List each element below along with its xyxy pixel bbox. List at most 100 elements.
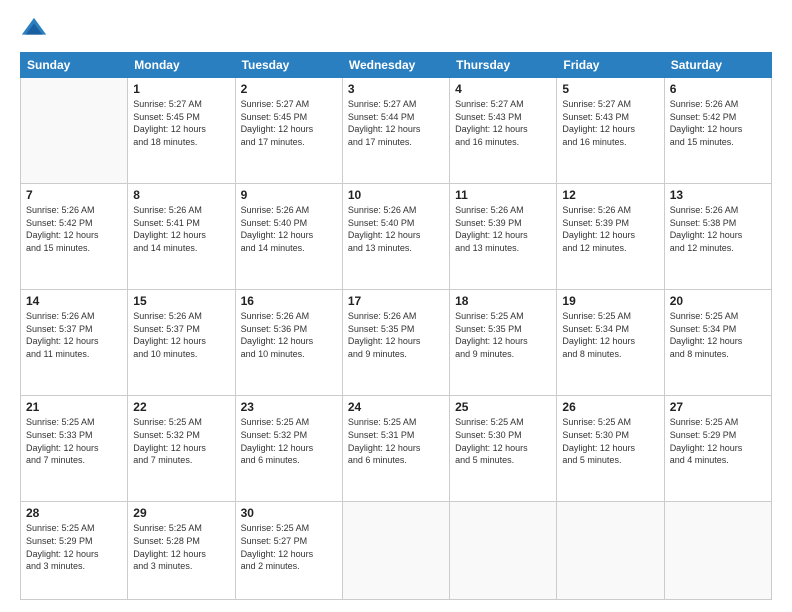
calendar-cell: 27 Sunrise: 5:25 AM Sunset: 5:29 PM Dayli…	[664, 396, 771, 502]
day-number: 10	[348, 188, 444, 202]
calendar-cell: 6 Sunrise: 5:26 AM Sunset: 5:42 PM Daylig…	[664, 78, 771, 184]
calendar-table: SundayMondayTuesdayWednesdayThursdayFrid…	[20, 52, 772, 600]
calendar-cell: 28 Sunrise: 5:25 AM Sunset: 5:29 PM Dayli…	[21, 502, 128, 600]
day-number: 9	[241, 188, 337, 202]
calendar-week-row: 21 Sunrise: 5:25 AM Sunset: 5:33 PM Dayli…	[21, 396, 772, 502]
calendar-cell: 29Sunrise: 5:25 AM Sunset: 5:28 PM Dayli…	[128, 502, 235, 600]
day-number: 2	[241, 82, 337, 96]
calendar-cell: 7 Sunrise: 5:26 AM Sunset: 5:42 PM Daylig…	[21, 184, 128, 290]
day-info: Sunrise: 5:27 AM Sunset: 5:45 PM Dayligh…	[133, 98, 229, 148]
calendar-cell: 22 Sunrise: 5:25 AM Sunset: 5:32 PM Dayli…	[128, 396, 235, 502]
day-info: Sunrise: 5:25 AM Sunset: 5:27 PM Dayligh…	[241, 522, 337, 572]
day-info: Sunrise: 5:27 AM Sunset: 5:43 PM Dayligh…	[455, 98, 551, 148]
col-header-thursday: Thursday	[450, 53, 557, 78]
day-info: Sunrise: 5:26 AM Sunset: 5:40 PM Dayligh…	[241, 204, 337, 254]
day-info: Sunrise: 5:26 AM Sunset: 5:36 PM Dayligh…	[241, 310, 337, 360]
day-number: 22	[133, 400, 229, 414]
day-number: 19	[562, 294, 658, 308]
day-number: 29	[133, 506, 229, 520]
page: SundayMondayTuesdayWednesdayThursdayFrid…	[0, 0, 792, 612]
day-info: Sunrise: 5:26 AM Sunset: 5:37 PM Dayligh…	[26, 310, 122, 360]
calendar-cell: 26 Sunrise: 5:25 AM Sunset: 5:30 PM Dayli…	[557, 396, 664, 502]
day-number: 13	[670, 188, 766, 202]
day-number: 23	[241, 400, 337, 414]
day-info: Sunrise: 5:26 AM Sunset: 5:37 PM Dayligh…	[133, 310, 229, 360]
day-number: 28	[26, 506, 122, 520]
calendar-cell: 17 Sunrise: 5:26 AM Sunset: 5:35 PM Dayli…	[342, 290, 449, 396]
calendar-cell: 1Sunrise: 5:27 AM Sunset: 5:45 PM Daylig…	[128, 78, 235, 184]
day-info: Sunrise: 5:26 AM Sunset: 5:35 PM Dayligh…	[348, 310, 444, 360]
day-number: 27	[670, 400, 766, 414]
col-header-monday: Monday	[128, 53, 235, 78]
calendar-cell: 8 Sunrise: 5:26 AM Sunset: 5:41 PM Daylig…	[128, 184, 235, 290]
calendar-cell: 30 Sunrise: 5:25 AM Sunset: 5:27 PM Dayli…	[235, 502, 342, 600]
col-header-tuesday: Tuesday	[235, 53, 342, 78]
day-info: Sunrise: 5:27 AM Sunset: 5:43 PM Dayligh…	[562, 98, 658, 148]
day-info: Sunrise: 5:25 AM Sunset: 5:29 PM Dayligh…	[670, 416, 766, 466]
calendar-week-row: 28 Sunrise: 5:25 AM Sunset: 5:29 PM Dayli…	[21, 502, 772, 600]
day-info: Sunrise: 5:26 AM Sunset: 5:39 PM Dayligh…	[455, 204, 551, 254]
calendar-week-row: 7 Sunrise: 5:26 AM Sunset: 5:42 PM Daylig…	[21, 184, 772, 290]
calendar-cell: 13 Sunrise: 5:26 AM Sunset: 5:38 PM Dayli…	[664, 184, 771, 290]
calendar-cell: 19 Sunrise: 5:25 AM Sunset: 5:34 PM Dayli…	[557, 290, 664, 396]
calendar-cell: 12Sunrise: 5:26 AM Sunset: 5:39 PM Dayli…	[557, 184, 664, 290]
calendar-week-row: 14 Sunrise: 5:26 AM Sunset: 5:37 PM Dayli…	[21, 290, 772, 396]
calendar-cell: 4 Sunrise: 5:27 AM Sunset: 5:43 PM Daylig…	[450, 78, 557, 184]
calendar-cell: 16Sunrise: 5:26 AM Sunset: 5:36 PM Dayli…	[235, 290, 342, 396]
day-number: 7	[26, 188, 122, 202]
logo	[20, 16, 52, 44]
day-info: Sunrise: 5:26 AM Sunset: 5:38 PM Dayligh…	[670, 204, 766, 254]
day-info: Sunrise: 5:27 AM Sunset: 5:45 PM Dayligh…	[241, 98, 337, 148]
calendar-cell: 23 Sunrise: 5:25 AM Sunset: 5:32 PM Dayli…	[235, 396, 342, 502]
calendar-cell: 21 Sunrise: 5:25 AM Sunset: 5:33 PM Dayli…	[21, 396, 128, 502]
logo-icon	[20, 16, 48, 44]
day-info: Sunrise: 5:25 AM Sunset: 5:30 PM Dayligh…	[455, 416, 551, 466]
day-number: 21	[26, 400, 122, 414]
calendar-cell	[664, 502, 771, 600]
calendar-cell: 18 Sunrise: 5:25 AM Sunset: 5:35 PM Dayli…	[450, 290, 557, 396]
calendar-cell: 24Sunrise: 5:25 AM Sunset: 5:31 PM Dayli…	[342, 396, 449, 502]
calendar-cell: 5 Sunrise: 5:27 AM Sunset: 5:43 PM Daylig…	[557, 78, 664, 184]
day-info: Sunrise: 5:25 AM Sunset: 5:34 PM Dayligh…	[562, 310, 658, 360]
day-number: 3	[348, 82, 444, 96]
calendar-cell: 25Sunrise: 5:25 AM Sunset: 5:30 PM Dayli…	[450, 396, 557, 502]
calendar-cell: 3 Sunrise: 5:27 AM Sunset: 5:44 PM Daylig…	[342, 78, 449, 184]
day-number: 6	[670, 82, 766, 96]
col-header-wednesday: Wednesday	[342, 53, 449, 78]
day-info: Sunrise: 5:25 AM Sunset: 5:35 PM Dayligh…	[455, 310, 551, 360]
day-info: Sunrise: 5:26 AM Sunset: 5:42 PM Dayligh…	[670, 98, 766, 148]
day-number: 18	[455, 294, 551, 308]
day-number: 11	[455, 188, 551, 202]
day-info: Sunrise: 5:25 AM Sunset: 5:32 PM Dayligh…	[241, 416, 337, 466]
calendar-cell: 20 Sunrise: 5:25 AM Sunset: 5:34 PM Dayli…	[664, 290, 771, 396]
calendar-header-row: SundayMondayTuesdayWednesdayThursdayFrid…	[21, 53, 772, 78]
day-info: Sunrise: 5:25 AM Sunset: 5:34 PM Dayligh…	[670, 310, 766, 360]
day-info: Sunrise: 5:25 AM Sunset: 5:29 PM Dayligh…	[26, 522, 122, 572]
day-info: Sunrise: 5:27 AM Sunset: 5:44 PM Dayligh…	[348, 98, 444, 148]
day-number: 15	[133, 294, 229, 308]
day-info: Sunrise: 5:26 AM Sunset: 5:41 PM Dayligh…	[133, 204, 229, 254]
day-info: Sunrise: 5:25 AM Sunset: 5:30 PM Dayligh…	[562, 416, 658, 466]
day-number: 4	[455, 82, 551, 96]
col-header-friday: Friday	[557, 53, 664, 78]
calendar-week-row: 1Sunrise: 5:27 AM Sunset: 5:45 PM Daylig…	[21, 78, 772, 184]
day-number: 20	[670, 294, 766, 308]
day-number: 8	[133, 188, 229, 202]
day-info: Sunrise: 5:26 AM Sunset: 5:40 PM Dayligh…	[348, 204, 444, 254]
day-number: 26	[562, 400, 658, 414]
day-number: 5	[562, 82, 658, 96]
header	[20, 16, 772, 44]
day-number: 14	[26, 294, 122, 308]
day-info: Sunrise: 5:26 AM Sunset: 5:42 PM Dayligh…	[26, 204, 122, 254]
calendar-cell: 15 Sunrise: 5:26 AM Sunset: 5:37 PM Dayli…	[128, 290, 235, 396]
day-info: Sunrise: 5:25 AM Sunset: 5:33 PM Dayligh…	[26, 416, 122, 466]
day-info: Sunrise: 5:25 AM Sunset: 5:32 PM Dayligh…	[133, 416, 229, 466]
day-number: 30	[241, 506, 337, 520]
calendar-cell: 2 Sunrise: 5:27 AM Sunset: 5:45 PM Daylig…	[235, 78, 342, 184]
day-info: Sunrise: 5:25 AM Sunset: 5:31 PM Dayligh…	[348, 416, 444, 466]
day-number: 17	[348, 294, 444, 308]
col-header-sunday: Sunday	[21, 53, 128, 78]
calendar-cell: 10 Sunrise: 5:26 AM Sunset: 5:40 PM Dayli…	[342, 184, 449, 290]
calendar-cell: 9 Sunrise: 5:26 AM Sunset: 5:40 PM Daylig…	[235, 184, 342, 290]
day-number: 12	[562, 188, 658, 202]
